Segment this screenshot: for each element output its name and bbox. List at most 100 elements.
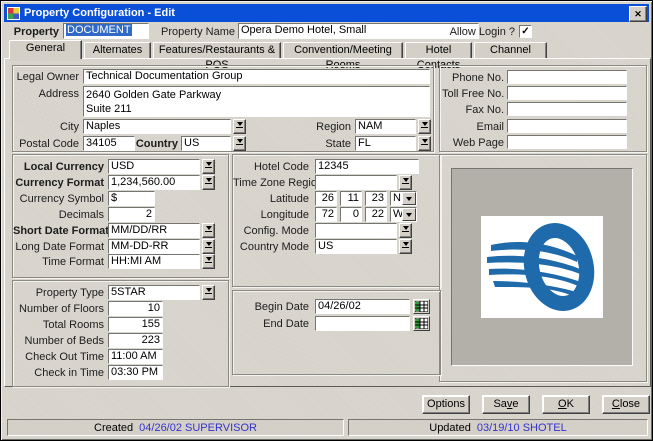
- address-input[interactable]: 2640 Golden Gate Parkway Suite 211: [83, 86, 430, 117]
- latitude-sec-input[interactable]: 23: [365, 191, 387, 206]
- time-zone-lov-button[interactable]: [399, 175, 412, 190]
- opera-logo-image: [481, 216, 603, 318]
- check-in-time-input[interactable]: 03:30 PM: [108, 365, 163, 380]
- latitude-direction-combo[interactable]: N: [390, 191, 417, 206]
- end-date-calendar-button[interactable]: [413, 316, 430, 331]
- city-label: City: [15, 121, 79, 133]
- region-label: Region: [281, 121, 351, 133]
- config-mode-input[interactable]: [315, 223, 397, 238]
- general-tab-page: Legal Owner Technical Documentation Grou…: [4, 58, 651, 387]
- updated-label: Updated: [429, 422, 471, 434]
- tab-convention-meeting-rooms[interactable]: Convention/Meeting Rooms: [283, 42, 403, 59]
- check-out-time-input[interactable]: 11:00 AM: [108, 349, 163, 364]
- hotel-code-group: Hotel Code 12345 Time Zone Region Latitu…: [232, 154, 441, 287]
- currency-format-lov-button[interactable]: [202, 175, 215, 190]
- long-date-format-input[interactable]: MM-DD-RR: [108, 239, 200, 254]
- city-lov-button[interactable]: [233, 119, 246, 134]
- lov-dropdown-icon: [403, 242, 409, 246]
- toll-free-input[interactable]: [507, 86, 627, 100]
- options-button[interactable]: Options: [422, 395, 470, 414]
- number-of-beds-input[interactable]: 223: [108, 333, 163, 348]
- time-zone-region-input[interactable]: [315, 175, 397, 190]
- created-label: Created: [94, 422, 133, 434]
- longitude-deg-input[interactable]: 72: [315, 207, 337, 222]
- tab-channel[interactable]: Channel: [474, 42, 547, 59]
- hotel-code-label: Hotel Code: [233, 161, 309, 173]
- longitude-min-input[interactable]: 0: [340, 207, 362, 222]
- save-button[interactable]: Save: [482, 395, 530, 414]
- country-lov-button[interactable]: [233, 136, 246, 151]
- number-of-floors-input[interactable]: 10: [108, 301, 163, 316]
- lov-dropdown-icon: [403, 226, 409, 230]
- calendar-icon: [415, 318, 428, 329]
- state-lov-button[interactable]: [418, 136, 431, 151]
- short-date-format-lov-button[interactable]: [202, 223, 215, 238]
- close-button[interactable]: ✕: [629, 6, 647, 22]
- title-bar[interactable]: Property Configuration - Edit ✕: [4, 4, 649, 22]
- country-mode-input[interactable]: US: [315, 239, 397, 254]
- phone-input[interactable]: [507, 70, 627, 84]
- legal-owner-label: Legal Owner: [15, 71, 79, 83]
- short-date-format-label: Short Date Format: [13, 225, 104, 237]
- latitude-direction-value: N: [393, 192, 401, 205]
- lov-dropdown-icon: [237, 139, 243, 143]
- currency-symbol-input[interactable]: $: [108, 191, 155, 206]
- property-label: Property: [7, 26, 59, 38]
- property-configuration-window: Property Configuration - Edit ✕ Property…: [0, 0, 653, 441]
- end-date-input[interactable]: [315, 316, 410, 331]
- longitude-sec-input[interactable]: 22: [365, 207, 387, 222]
- longitude-direction-combo[interactable]: W: [390, 207, 417, 222]
- hotel-code-input[interactable]: 12345: [315, 159, 419, 174]
- address-group: Legal Owner Technical Documentation Grou…: [12, 65, 434, 152]
- allow-login-checkbox[interactable]: ✓: [519, 25, 532, 38]
- short-date-format-input[interactable]: MM/DD/RR: [108, 223, 200, 238]
- time-zone-region-label: Time Zone Region: [233, 177, 309, 189]
- tab-hotel-contacts[interactable]: Hotel Contacts: [405, 42, 472, 59]
- longitude-label: Longitude: [233, 209, 309, 221]
- time-format-input[interactable]: HH:MI AM: [108, 254, 200, 269]
- local-currency-lov-button[interactable]: [202, 159, 215, 174]
- email-input[interactable]: [507, 119, 627, 133]
- currency-format-input[interactable]: 1,234,560.00: [108, 175, 200, 190]
- postal-code-input[interactable]: 34105: [83, 136, 135, 151]
- fax-input[interactable]: [507, 102, 627, 116]
- tab-general[interactable]: General: [9, 40, 82, 59]
- dates-group: Begin Date 04/26/02 End Date: [232, 290, 441, 375]
- lov-dropdown-icon: [237, 122, 243, 126]
- logo-group: [439, 154, 647, 382]
- close-icon: ✕: [634, 10, 642, 19]
- contact-group: Phone No. Toll Free No. Fax No. Email We…: [439, 65, 647, 152]
- city-input[interactable]: Naples: [83, 119, 231, 134]
- begin-date-input[interactable]: 04/26/02: [315, 299, 410, 314]
- region-input[interactable]: NAM: [355, 119, 416, 134]
- state-input[interactable]: FL: [355, 136, 416, 151]
- config-mode-lov-button[interactable]: [399, 223, 412, 238]
- tab-alternates[interactable]: Alternates: [84, 42, 151, 59]
- tab-features-restaurants-pos[interactable]: Features/Restaurants & POS: [153, 42, 281, 59]
- lov-dropdown-icon: [206, 178, 212, 182]
- long-date-format-lov-button[interactable]: [202, 239, 215, 254]
- property-type-label: Property Type: [13, 287, 104, 299]
- long-date-format-label: Long Date Format: [13, 241, 104, 253]
- decimals-input[interactable]: 2: [108, 207, 155, 222]
- country-mode-lov-button[interactable]: [399, 239, 412, 254]
- legal-owner-input[interactable]: Technical Documentation Group: [83, 69, 430, 84]
- ok-button[interactable]: OK: [542, 395, 590, 414]
- fax-label: Fax No.: [442, 104, 504, 116]
- property-type-lov-button[interactable]: [202, 285, 215, 300]
- close-button-footer[interactable]: Close: [602, 395, 650, 414]
- property-type-input[interactable]: 5STAR: [108, 285, 200, 300]
- begin-date-calendar-button[interactable]: [413, 299, 430, 314]
- created-status-panel: Created 04/26/02 SUPERVISOR: [7, 419, 344, 436]
- local-currency-input[interactable]: USD: [108, 159, 200, 174]
- property-input[interactable]: DOCUMENT: [63, 23, 149, 39]
- time-format-lov-button[interactable]: [202, 254, 215, 269]
- country-input[interactable]: US: [181, 136, 231, 151]
- check-out-time-label: Check Out Time: [13, 351, 104, 363]
- total-rooms-input[interactable]: 155: [108, 317, 163, 332]
- latitude-deg-input[interactable]: 26: [315, 191, 337, 206]
- region-lov-button[interactable]: [418, 119, 431, 134]
- web-page-input[interactable]: [507, 135, 627, 149]
- time-format-label: Time Format: [13, 256, 104, 268]
- latitude-min-input[interactable]: 11: [340, 191, 362, 206]
